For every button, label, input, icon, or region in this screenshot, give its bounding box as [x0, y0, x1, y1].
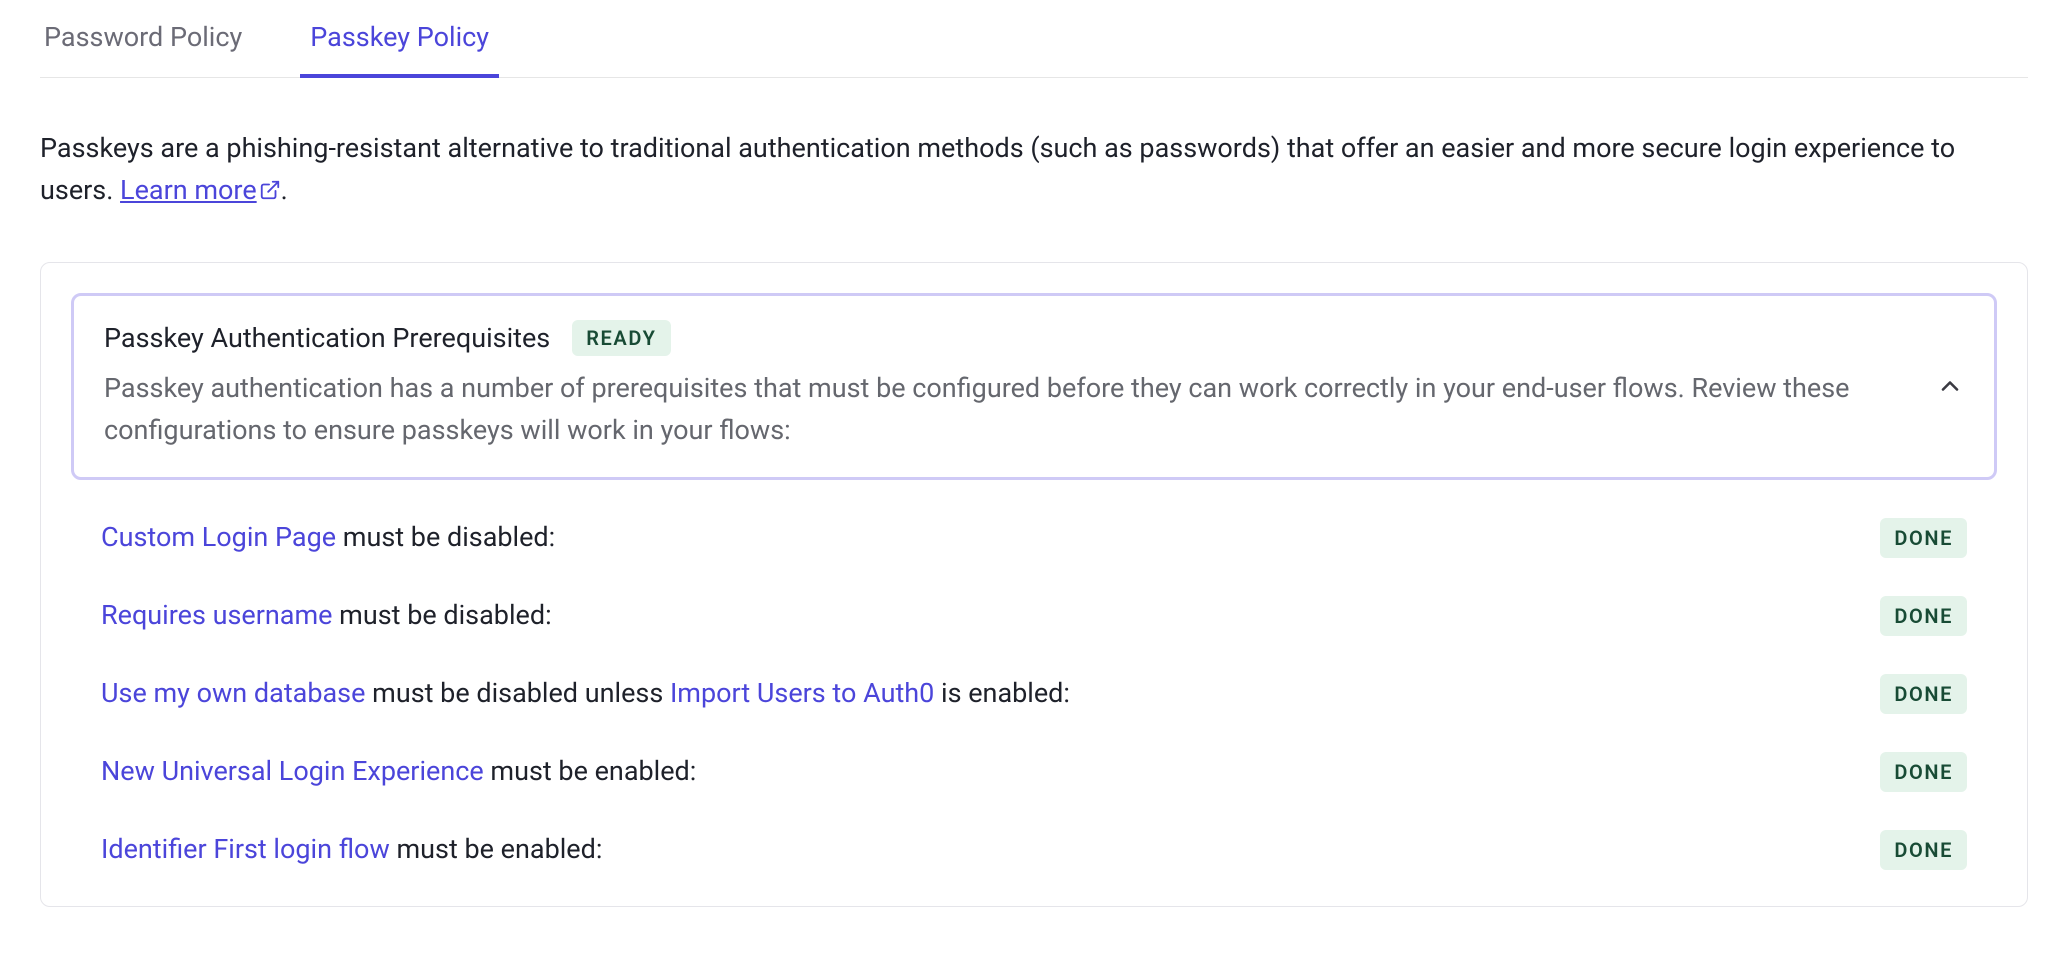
prerequisites-title: Passkey Authentication Prerequisites — [104, 322, 550, 354]
prereq-item: Custom Login Page must be disabled: DONE — [101, 518, 1967, 558]
prereq-item: Identifier First login flow must be enab… — [101, 830, 1967, 870]
learn-more-link[interactable]: Learn more — [120, 174, 281, 206]
prerequisites-list: Custom Login Page must be disabled: DONE… — [71, 512, 1997, 870]
tab-passkey-policy[interactable]: Passkey Policy — [306, 3, 493, 77]
prerequisites-header[interactable]: Passkey Authentication Prerequisites REA… — [71, 293, 1997, 481]
prereq-item: Use my own database must be disabled unl… — [101, 674, 1967, 714]
external-link-icon — [259, 179, 281, 201]
prereq-item-text: must be enabled: — [484, 755, 697, 787]
new-universal-login-link[interactable]: New Universal Login Experience — [101, 755, 484, 787]
use-own-database-link[interactable]: Use my own database — [101, 677, 365, 709]
requires-username-link[interactable]: Requires username — [101, 599, 332, 631]
prereq-item: Requires username must be disabled: DONE — [101, 596, 1967, 636]
import-users-link[interactable]: Import Users to Auth0 — [670, 677, 934, 709]
done-badge: DONE — [1880, 674, 1967, 714]
chevron-up-icon — [1936, 372, 1964, 400]
identifier-first-login-link[interactable]: Identifier First login flow — [101, 833, 390, 865]
prerequisites-card: Passkey Authentication Prerequisites REA… — [40, 262, 2028, 908]
done-badge: DONE — [1880, 596, 1967, 636]
prereq-item-text: must be disabled: — [336, 521, 555, 553]
done-badge: DONE — [1880, 830, 1967, 870]
intro-period: . — [281, 174, 288, 206]
done-badge: DONE — [1880, 518, 1967, 558]
tabs: Password Policy Passkey Policy — [40, 0, 2028, 78]
prereq-item-text: must be disabled: — [332, 599, 551, 631]
tab-password-policy[interactable]: Password Policy — [40, 3, 246, 77]
ready-badge: READY — [572, 320, 670, 356]
prereq-item: New Universal Login Experience must be e… — [101, 752, 1967, 792]
intro-text: Passkeys are a phishing-resistant altern… — [40, 128, 2028, 212]
done-badge: DONE — [1880, 752, 1967, 792]
prereq-item-text: must be disabled unless — [365, 677, 670, 709]
prereq-item-text: must be enabled: — [390, 833, 603, 865]
custom-login-page-link[interactable]: Custom Login Page — [101, 521, 336, 553]
intro-body: Passkeys are a phishing-resistant altern… — [40, 132, 1955, 206]
prerequisites-description: Passkey authentication has a number of p… — [104, 368, 1906, 452]
prereq-item-tail: is enabled: — [934, 677, 1070, 709]
